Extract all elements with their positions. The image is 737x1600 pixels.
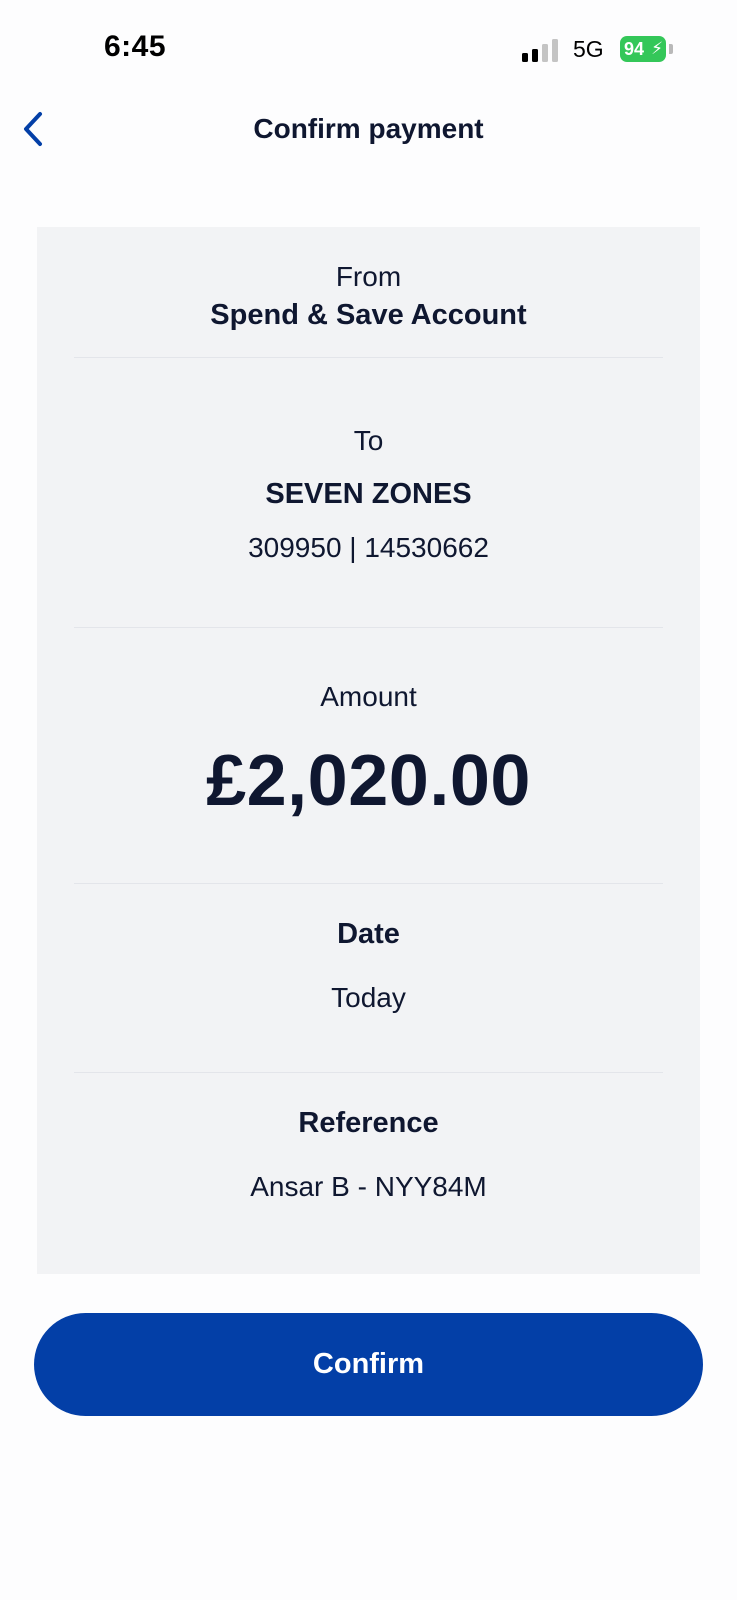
- amount-value: £2,020.00: [206, 741, 531, 821]
- payment-summary-card: From Spend & Save Account To SEVEN ZONES…: [37, 227, 700, 1274]
- header: Confirm payment: [0, 95, 737, 165]
- battery-icon: 94 ⚡︎: [620, 36, 666, 62]
- status-bar: 6:45 5G 94 ⚡︎: [0, 0, 737, 100]
- divider: [74, 357, 663, 358]
- battery-level: 94: [624, 39, 645, 59]
- from-label: From: [335, 261, 402, 292]
- battery-cap: [669, 44, 673, 54]
- date-value: Today: [331, 982, 406, 1013]
- bolt-icon: ⚡︎: [651, 39, 663, 58]
- confirm-button[interactable]: Confirm: [34, 1313, 703, 1416]
- to-section: To SEVEN ZONES 309950 | 14530662: [37, 421, 700, 568]
- status-time: 6:45: [104, 30, 167, 63]
- page-title: Confirm payment: [253, 113, 484, 144]
- divider: [74, 1072, 663, 1073]
- reference-value: Ansar B - NYY84M: [250, 1171, 487, 1202]
- battery-indicator: 94 ⚡︎: [620, 36, 673, 62]
- network-type: 5G: [573, 36, 604, 62]
- divider: [74, 627, 663, 628]
- payee-account-details: 309950 | 14530662: [248, 532, 489, 563]
- from-section: From Spend & Save Account: [37, 259, 700, 335]
- date-section: Date Today: [37, 913, 700, 1019]
- amount-label: Amount: [320, 681, 417, 712]
- date-label: Date: [337, 918, 400, 950]
- to-label: To: [353, 425, 384, 456]
- signal-icon: [522, 39, 558, 62]
- amount-section: Amount £2,020.00: [37, 677, 700, 829]
- reference-section: Reference Ansar B - NYY84M: [37, 1102, 700, 1208]
- from-account-name: Spend & Save Account: [210, 299, 527, 331]
- payee-name: SEVEN ZONES: [265, 478, 472, 510]
- divider: [74, 883, 663, 884]
- reference-label: Reference: [298, 1107, 439, 1139]
